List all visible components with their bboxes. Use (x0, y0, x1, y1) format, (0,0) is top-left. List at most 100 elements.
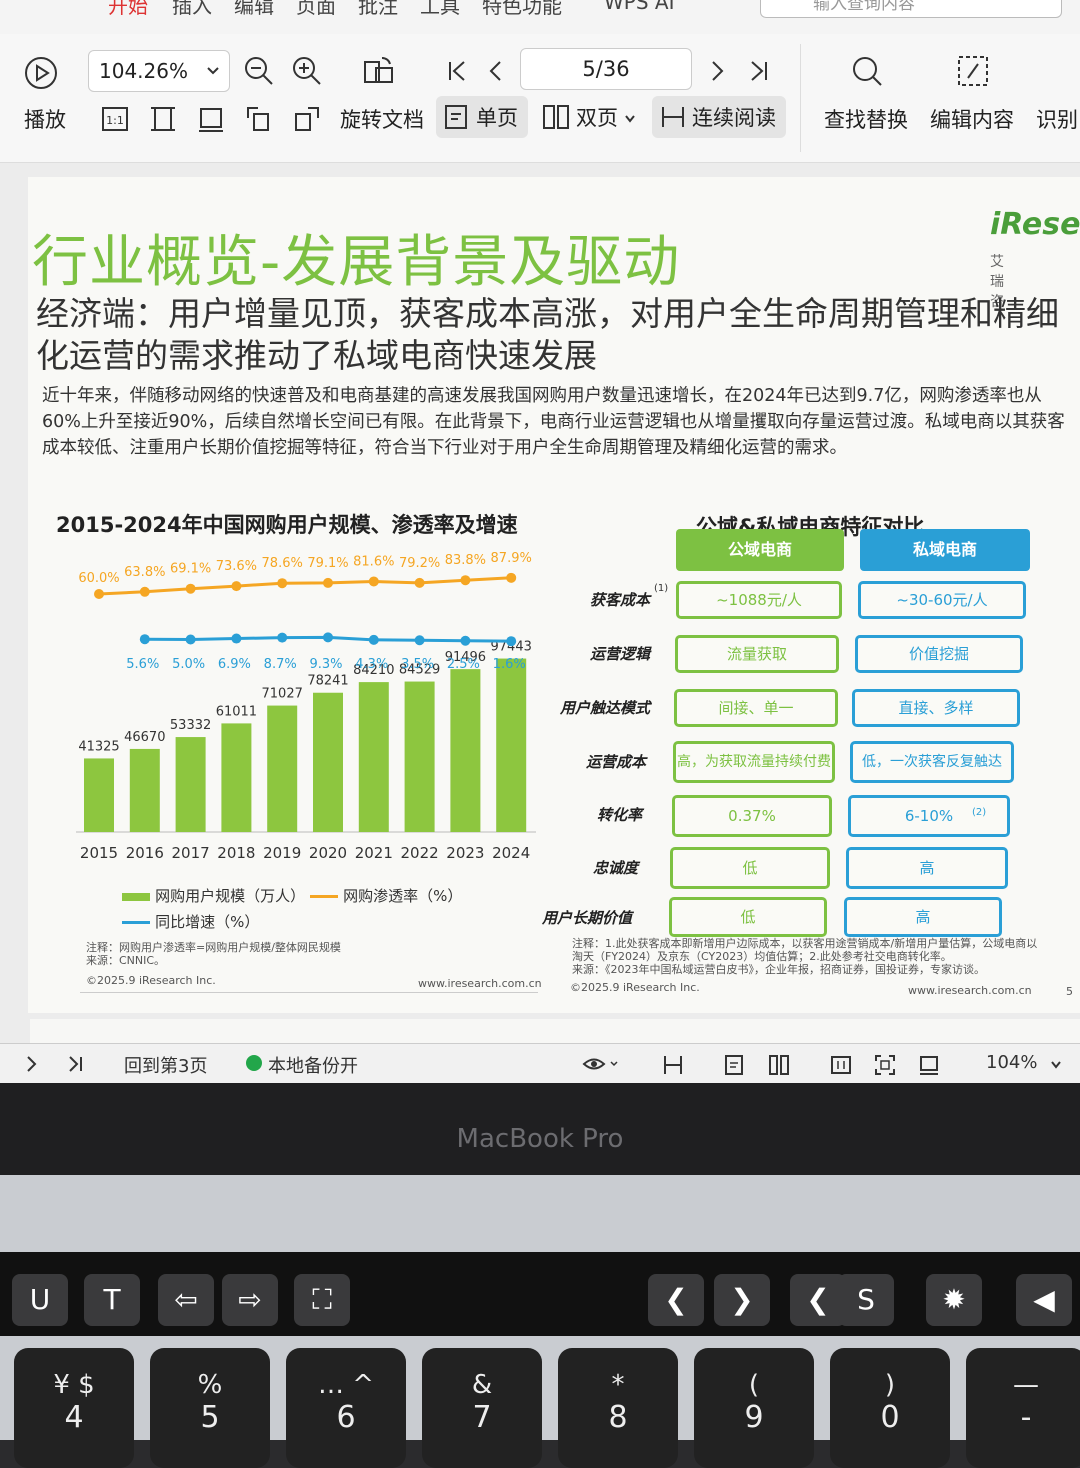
menu-annotate[interactable]: 批注 (358, 0, 398, 19)
row-label: 忠诚度 (592, 859, 638, 877)
find-replace-label[interactable]: 查找替换 (824, 104, 908, 134)
last-page-icon[interactable] (66, 1054, 86, 1074)
double-view-icon[interactable] (768, 1054, 790, 1076)
bar (84, 758, 114, 832)
penetration-point (277, 578, 288, 589)
eye-icon[interactable] (582, 1054, 622, 1074)
menu-wps-ai[interactable]: WPS AI (604, 0, 674, 14)
search-placeholder: 输入查询内容 (813, 0, 915, 14)
keyboard-key[interactable]: (9 (694, 1348, 814, 1468)
find-replace-icon[interactable] (850, 54, 884, 88)
legend-penetration: 网购渗透率（%） (310, 885, 462, 906)
growth-point (506, 636, 517, 647)
page-number-input[interactable]: 5/36 (520, 48, 692, 90)
touch-bar-key[interactable]: ⇦ (158, 1274, 214, 1326)
last-page-icon[interactable] (742, 54, 776, 88)
menu-features[interactable]: 特色功能 (482, 0, 562, 19)
growth-point (323, 632, 333, 643)
next-page-icon[interactable] (24, 1054, 40, 1074)
key-label: 5 (200, 1400, 220, 1435)
touch-bar-key[interactable]: ✹ (926, 1274, 982, 1326)
touch-bar-key[interactable]: T (84, 1274, 140, 1326)
zoom-select[interactable]: 104.26% (88, 50, 230, 92)
keyboard-key[interactable]: % 5 (150, 1348, 270, 1468)
fit-width-icon[interactable] (196, 104, 226, 134)
keyboard-key[interactable]: … ^ 6 (286, 1348, 406, 1468)
fit-page-icon[interactable] (874, 1054, 896, 1076)
backup-toggle[interactable]: 本地备份开 (268, 1052, 358, 1078)
menu-insert[interactable]: 插入 (172, 0, 212, 19)
x-tick-label: 2015 (80, 844, 118, 862)
growth-point (368, 634, 379, 645)
legend-bar-swatch (122, 892, 150, 901)
single-page-button[interactable]: 单页 (436, 96, 528, 138)
double-page-button[interactable]: 双页 (538, 96, 648, 138)
chart-source: 来源：CNNIC。 (86, 954, 166, 967)
penetration-data-label: 69.1% (170, 562, 211, 577)
cell-public: ~1088元/人 (676, 581, 842, 619)
zoom-in-icon[interactable] (290, 54, 324, 88)
touch-bar-key[interactable]: S (838, 1274, 894, 1326)
rotate-right-icon[interactable] (292, 104, 322, 134)
iresearch-logo: iResea (990, 207, 1080, 242)
touch-bar-key[interactable]: ⛶ (294, 1274, 350, 1326)
play-label[interactable]: 播放 (24, 104, 66, 134)
page-title: 行业概览-发展背景及驱动 (32, 230, 681, 295)
penetration-point (323, 577, 333, 588)
bar (221, 723, 252, 832)
edit-content-label[interactable]: 编辑内容 (930, 104, 1014, 134)
first-page-icon[interactable] (440, 54, 474, 88)
keyboard-key[interactable]: — - (966, 1348, 1080, 1468)
recognize-label[interactable]: 识别 (1036, 104, 1078, 134)
touch-bar-key[interactable]: ⇨ (222, 1274, 278, 1326)
continuous-view-icon[interactable] (662, 1054, 684, 1076)
bar (450, 669, 481, 832)
x-tick-label: 2022 (401, 844, 439, 862)
device-label: MacBook Pro (456, 1124, 624, 1154)
keyboard-key[interactable]: ) 0 (830, 1348, 950, 1468)
site-right: www.iresearch.com.cn (908, 984, 1032, 997)
touch-bar-key[interactable]: ❮ (648, 1274, 704, 1326)
menu-tools[interactable]: 工具 (420, 0, 460, 19)
status-zoom[interactable]: 104% (986, 1052, 1037, 1073)
rotate-left-icon[interactable] (244, 104, 274, 134)
touch-bar-key[interactable]: ◀ (1016, 1274, 1072, 1326)
cell-public: 间接、单一 (674, 689, 838, 727)
prev-page-icon[interactable] (480, 54, 514, 88)
play-icon[interactable] (24, 56, 58, 90)
touch-bar-key[interactable]: U (12, 1274, 68, 1326)
x-tick-label: 2019 (263, 844, 301, 862)
single-view-icon[interactable] (724, 1054, 744, 1076)
chevron-down-icon (625, 115, 635, 123)
cell-private: 低，一次获客反复触达 (850, 741, 1014, 783)
penetration-point (185, 583, 196, 594)
rotate-doc-icon[interactable] (362, 54, 396, 88)
continuous-read-button[interactable]: 连续阅读 (652, 96, 786, 138)
menu-page[interactable]: 页面 (296, 0, 336, 19)
penetration-data-label: 83.8% (445, 553, 486, 568)
x-tick-label: 2023 (446, 844, 484, 862)
chevron-down-icon[interactable] (1050, 1060, 1062, 1070)
document-viewport[interactable]: 行业概览-发展背景及驱动 iResea 艾 瑞 咨 经济端：用户增量见顶，获客成… (0, 163, 1080, 1043)
actual-size-icon[interactable] (830, 1054, 852, 1076)
back-to-page-link[interactable]: 回到第3页 (124, 1052, 207, 1078)
search-input[interactable]: 输入查询内容 (760, 0, 1062, 18)
compare-note: 注释：1.此处获客成本即新增用户边际成本，以获客用途营销成本/新增用户量估算，公… (572, 937, 1038, 963)
legend-growth: 同比增速（%） (122, 911, 259, 932)
keyboard-key[interactable]: * 8 (558, 1348, 678, 1468)
growth-point (139, 634, 150, 645)
fit-width-icon[interactable] (918, 1054, 940, 1076)
edit-content-icon[interactable] (956, 54, 990, 88)
menu-edit[interactable]: 编辑 (234, 0, 274, 19)
next-page-icon[interactable] (700, 54, 734, 88)
penetration-data-label: 73.6% (216, 559, 257, 574)
zoom-out-icon[interactable] (242, 54, 276, 88)
keyboard-key[interactable]: ¥ $4 (14, 1348, 134, 1468)
menu-start[interactable]: 开始 (108, 0, 148, 19)
zoom-value: 104.26% (99, 59, 188, 83)
keyboard-key[interactable]: & 7 (422, 1348, 542, 1468)
fit-page-icon[interactable] (148, 104, 178, 134)
touch-bar-key[interactable]: ❯ (714, 1274, 770, 1326)
rotate-doc-label[interactable]: 旋转文档 (340, 104, 424, 134)
actual-size-icon[interactable]: 1:1 (100, 104, 130, 134)
